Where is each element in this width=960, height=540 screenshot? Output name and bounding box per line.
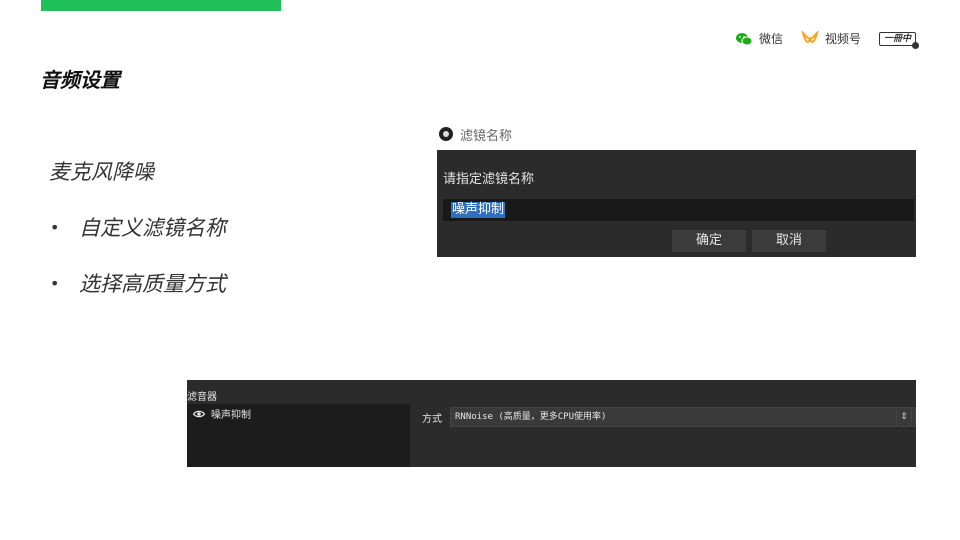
dialog-prompt: 请指定滤镜名称: [443, 172, 535, 187]
method-select[interactable]: RNNoise (高质量，更多CPU使用率): [450, 407, 916, 427]
eye-icon[interactable]: [193, 410, 205, 418]
method-label: 方式: [422, 414, 442, 425]
filter-item-label: 噪声抑制: [211, 410, 251, 421]
filter-name-input[interactable]: 噪声抑制: [443, 199, 914, 221]
filters-panel: 滤音器 噪声抑制 方式 RNNoise (高质量，更多CPU使用率) ⇕: [187, 380, 916, 467]
filter-list-item[interactable]: 噪声抑制: [187, 406, 410, 421]
channels-icon: [801, 30, 819, 43]
filters-list: 噪声抑制: [187, 404, 410, 467]
select-arrows-icon[interactable]: ⇕: [896, 407, 912, 427]
brand-logo-badge: 一冊中: [878, 31, 920, 49]
brand-strip: 微信 视频号 一冊中: [735, 30, 920, 49]
wechat-label: 微信: [758, 32, 783, 46]
dialog-titlebar: 滤镜名称: [437, 118, 918, 150]
bullet-glyph: •: [50, 273, 60, 293]
page-title: 音频设置: [40, 68, 120, 92]
bullet-item: • 选择高质量方式: [50, 268, 226, 298]
bullet-text: 选择高质量方式: [79, 272, 226, 296]
ok-button[interactable]: 确定: [672, 230, 746, 252]
bullet-item: • 自定义滤镜名称: [50, 212, 226, 242]
filter-name-value[interactable]: 噪声抑制: [451, 202, 506, 218]
bullet-glyph: •: [50, 217, 60, 237]
accent-bar: [41, 0, 281, 11]
channels-label: 视频号: [824, 32, 861, 46]
obs-icon: [439, 127, 453, 141]
section-heading: 麦克风降噪: [49, 160, 154, 184]
wechat-icon: [735, 32, 753, 45]
filters-header: 滤音器: [187, 392, 217, 403]
bullet-text: 自定义滤镜名称: [79, 216, 226, 240]
filter-name-dialog: 请指定滤镜名称 噪声抑制 确定 取消: [437, 150, 916, 257]
cancel-button[interactable]: 取消: [752, 230, 826, 252]
filter-properties: 方式 RNNoise (高质量，更多CPU使用率) ⇕: [410, 404, 916, 467]
dialog-title: 滤镜名称: [460, 128, 513, 144]
